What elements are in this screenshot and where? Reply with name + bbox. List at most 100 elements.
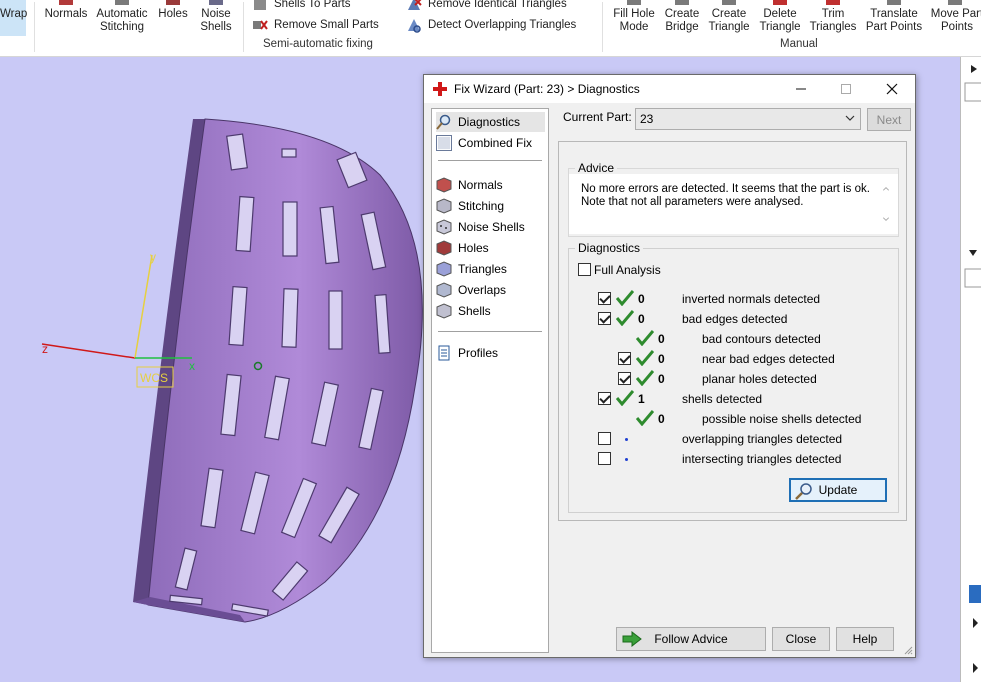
near-bad-edges-label: near bad edges detected	[702, 352, 835, 366]
expand-chevron-icon	[973, 618, 978, 628]
nav-item-combined-fix[interactable]: Combined Fix	[436, 133, 532, 153]
manual-group-label: Manual	[780, 38, 818, 50]
shells-checkbox[interactable]	[598, 392, 611, 405]
shells-to-parts-label: Shells To Parts	[274, 0, 351, 10]
remove-identical-triangles-button[interactable]: Remove Identical Triangles	[406, 0, 567, 12]
remove-triangles-icon	[408, 0, 422, 10]
move-part-points-button[interactable]: Move Part Points	[928, 0, 981, 34]
shells-cube-icon	[436, 303, 452, 319]
fix-wizard-dialog: Fix Wizard (Part: 23) > Diagnostics Diag…	[423, 74, 916, 658]
close-window-button[interactable]	[870, 75, 914, 103]
diagnostics-title: Diagnostics	[575, 241, 644, 255]
dialog-title: Fix Wizard (Part: 23) > Diagnostics	[454, 82, 640, 96]
intersecting-triangles-label: intersecting triangles detected	[682, 452, 842, 466]
nav-item-noise-shells[interactable]: Noise Shells	[436, 217, 525, 237]
fill-hole-mode-label: Fill Hole Mode	[613, 8, 655, 33]
nav-item-shells[interactable]: Shells	[436, 301, 491, 321]
full-analysis-checkbox[interactable]	[578, 263, 591, 276]
noise-shells-button[interactable]: Noise Shells	[196, 0, 236, 34]
nav-label-stitching: Stitching	[458, 199, 505, 213]
dialog-titlebar[interactable]: Fix Wizard (Part: 23) > Diagnostics	[424, 75, 915, 103]
shells-to-parts-icon	[254, 0, 266, 10]
axis-y-line	[134, 254, 153, 359]
normals-button[interactable]: Normals	[42, 0, 90, 21]
delete-triangle-button[interactable]: Delete Triangle	[756, 0, 804, 34]
axis-x-label: x	[189, 359, 195, 373]
near-bad-edges-count: 0	[658, 352, 665, 366]
fill-hole-mode-button[interactable]: Fill Hole Mode	[610, 0, 658, 34]
current-part-value: 23	[640, 112, 654, 126]
ribbon-divider	[602, 2, 603, 52]
holes-icon	[166, 0, 180, 5]
current-part-select[interactable]: 23	[635, 108, 861, 130]
green-check-icon	[616, 390, 634, 406]
remove-small-parts-button[interactable]: Remove Small Parts	[252, 17, 379, 33]
wrap-button[interactable]: Wrap	[0, 0, 28, 36]
planar-holes-checkbox[interactable]	[618, 372, 631, 385]
update-label: Update	[818, 483, 858, 497]
overlapping-triangles-checkbox[interactable]	[598, 432, 611, 445]
green-check-icon	[636, 330, 654, 346]
nav-label-combined-fix: Combined Fix	[458, 136, 533, 150]
help-button[interactable]: Help	[836, 627, 894, 651]
wrap-label: Wrap	[0, 8, 28, 20]
create-bridge-button[interactable]: Create Bridge	[660, 0, 704, 34]
inverted-normals-checkbox[interactable]	[598, 292, 611, 305]
next-button[interactable]: Next	[867, 108, 911, 131]
shells-label: shells detected	[682, 392, 763, 406]
chevron-down-icon	[845, 115, 855, 121]
green-check-icon	[616, 310, 634, 326]
axis-z-label: z	[42, 342, 48, 356]
nav-item-normals[interactable]: Normals	[436, 175, 503, 195]
nav-label-holes: Holes	[458, 241, 489, 255]
shells-to-parts-button[interactable]: Shells To Parts	[252, 0, 351, 12]
planar-holes-count: 0	[658, 372, 665, 386]
axis-y-label: y	[150, 250, 156, 264]
expand-chevron-icon	[973, 663, 978, 673]
fix-wizard-cross-icon	[433, 82, 447, 96]
normals-icon	[59, 0, 73, 5]
create-triangle-icon	[722, 0, 736, 5]
right-panel-chevrons	[964, 65, 981, 673]
close-button[interactable]: Close	[772, 627, 830, 651]
detect-overlapping-triangles-button[interactable]: Detect Overlapping Triangles	[406, 17, 576, 33]
trim-triangles-button[interactable]: Trim Triangles	[808, 0, 858, 34]
intersecting-triangles-checkbox[interactable]	[598, 452, 611, 465]
nav-item-triangles[interactable]: Triangles	[436, 259, 507, 279]
nav-item-diagnostics[interactable]: Diagnostics	[436, 112, 545, 132]
nav-item-profiles[interactable]: Profiles	[436, 343, 498, 363]
follow-advice-button[interactable]: Follow Advice	[616, 627, 766, 651]
nav-item-overlaps[interactable]: Overlaps	[436, 280, 506, 300]
update-button[interactable]: Update	[789, 478, 887, 502]
create-triangle-button[interactable]: Create Triangle	[706, 0, 752, 34]
bad-edges-count: 0	[638, 312, 645, 326]
nav-item-holes[interactable]: Holes	[436, 238, 489, 258]
automatic-stitching-button[interactable]: Automatic Stitching	[94, 0, 150, 34]
bad-edges-label: bad edges detected	[682, 312, 788, 326]
profiles-document-icon	[438, 345, 450, 361]
bad-edges-checkbox[interactable]	[598, 312, 611, 325]
right-side-panel	[960, 57, 981, 682]
advice-text-box[interactable]: No more errors are detected. It seems th…	[569, 174, 898, 234]
resize-grip-icon[interactable]	[903, 645, 913, 655]
delete-triangle-label: Delete Triangle	[759, 8, 801, 33]
follow-advice-label: Follow Advice	[654, 632, 728, 646]
minimize-button[interactable]	[779, 75, 823, 103]
noise-shells-count: 0	[658, 412, 665, 426]
maximize-button[interactable]	[824, 75, 868, 103]
translate-part-points-button[interactable]: Translate Part Points	[862, 0, 926, 34]
inverted-normals-label: inverted normals detected	[682, 292, 821, 306]
nav-item-stitching[interactable]: Stitching	[436, 196, 504, 216]
holes-button[interactable]: Holes	[156, 0, 190, 21]
holes-cube-icon	[436, 240, 452, 256]
nav-divider	[438, 331, 542, 332]
trim-triangles-icon	[826, 0, 840, 5]
advice-scrollbar[interactable]	[880, 184, 892, 224]
green-check-icon	[616, 290, 634, 306]
create-triangle-label: Create Triangle	[708, 8, 750, 33]
create-bridge-icon	[675, 0, 689, 5]
nav-label-noise-shells: Noise Shells	[458, 220, 525, 234]
pending-dot-icon	[625, 438, 628, 441]
near-bad-edges-checkbox[interactable]	[618, 352, 631, 365]
noise-shells-cube-icon	[436, 219, 452, 235]
